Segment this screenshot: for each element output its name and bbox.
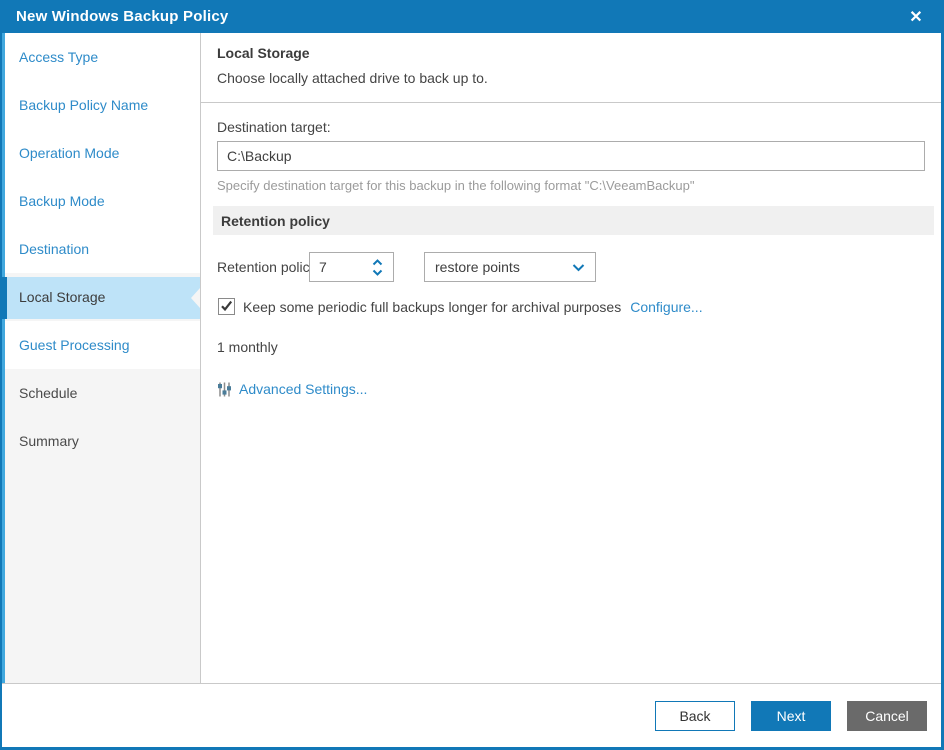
- archival-summary-text: 1 monthly: [217, 339, 278, 355]
- chevron-down-icon[interactable]: [372, 269, 383, 276]
- step-local-storage-current[interactable]: Local Storage: [2, 273, 200, 321]
- advanced-settings-row: Advanced Settings...: [217, 381, 926, 397]
- step-guest-processing[interactable]: Guest Processing: [5, 321, 200, 369]
- retention-policy-section-header: Retention policy: [213, 206, 934, 235]
- chevron-up-icon[interactable]: [372, 258, 383, 266]
- step-content-local-storage: Local Storage Choose locally attached dr…: [201, 33, 941, 683]
- cancel-button[interactable]: Cancel: [847, 700, 927, 731]
- destination-target-label: Destination target:: [217, 119, 331, 135]
- step-destination[interactable]: Destination: [5, 225, 200, 273]
- wizard-steps-sidebar: Access Type Backup Policy Name Operation…: [2, 33, 201, 683]
- close-icon[interactable]: ✕: [903, 4, 929, 30]
- check-icon: [221, 300, 233, 311]
- advanced-settings-link[interactable]: Advanced Settings...: [239, 381, 367, 397]
- archival-checkbox-label[interactable]: Keep some periodic full backups longer f…: [243, 299, 621, 315]
- archival-checkbox-checked[interactable]: [218, 298, 235, 315]
- retention-unit-dropdown[interactable]: restore points: [424, 252, 596, 282]
- title-bar: New Windows Backup Policy ✕: [2, 0, 941, 33]
- destination-format-hint: Specify destination target for this back…: [217, 178, 695, 193]
- step-backup-mode[interactable]: Backup Mode: [5, 177, 200, 225]
- retention-count-stepper[interactable]: 7: [309, 252, 394, 282]
- destination-target-input[interactable]: [217, 141, 925, 171]
- step-access-type[interactable]: Access Type: [5, 33, 200, 81]
- dialog-new-windows-backup-policy: New Windows Backup Policy ✕ Access Type …: [0, 0, 944, 750]
- back-button[interactable]: Back: [655, 700, 735, 731]
- dialog-title: New Windows Backup Policy: [16, 8, 229, 25]
- archival-backup-row: Keep some periodic full backups longer f…: [217, 298, 926, 315]
- page-subtitle: Choose locally attached drive to back up…: [217, 70, 488, 86]
- chevron-down-icon: [572, 263, 585, 271]
- configure-link[interactable]: Configure...: [630, 299, 702, 315]
- step-summary: Summary: [5, 417, 200, 465]
- step-operation-mode[interactable]: Operation Mode: [5, 129, 200, 177]
- step-backup-policy-name[interactable]: Backup Policy Name: [5, 81, 200, 129]
- retention-unit-value: restore points: [435, 259, 520, 275]
- step-schedule: Schedule: [5, 369, 200, 417]
- retention-count-value[interactable]: 7: [319, 259, 372, 275]
- retention-policy-row: Retention policy: 7 restore points: [217, 252, 926, 282]
- retention-policy-label: Retention policy:: [217, 259, 321, 275]
- dialog-footer: Back Next Cancel: [2, 683, 941, 747]
- page-title: Local Storage: [217, 45, 310, 61]
- next-button[interactable]: Next: [751, 700, 831, 731]
- header-divider: [201, 102, 941, 103]
- sliders-icon: [218, 382, 231, 396]
